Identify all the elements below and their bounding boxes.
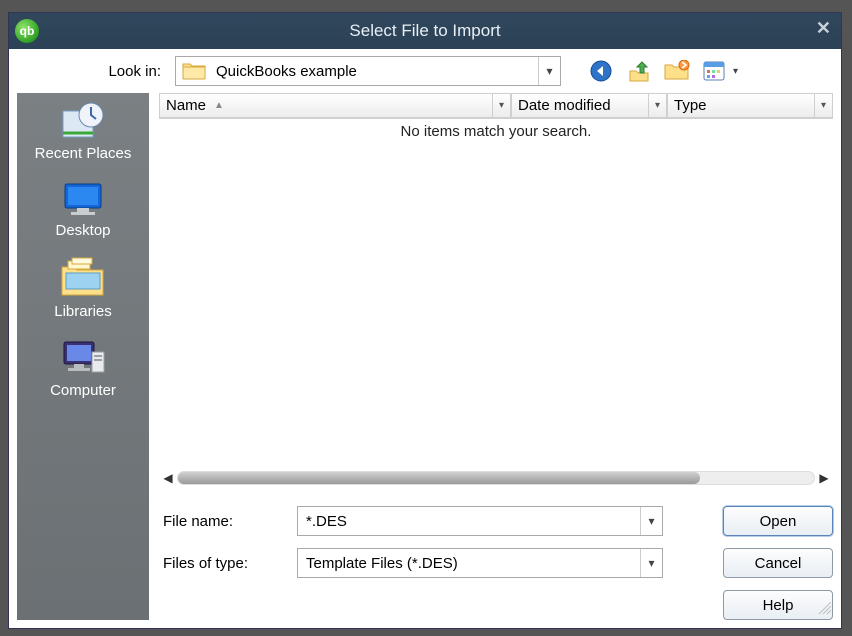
file-name-combo[interactable]: ▾ [297,506,663,536]
sort-ascending-icon: ▲ [214,100,224,111]
look-in-combo[interactable]: QuickBooks example ▾ [175,56,561,86]
scroll-left-button[interactable]: ◀ [159,469,177,487]
file-import-dialog: qb Select File to Import ✕ Look in: Quic… [8,12,842,629]
column-name-dropdown[interactable]: ▾ [492,94,510,117]
places-computer[interactable]: Computer [23,334,143,403]
dialog-title: Select File to Import [9,21,841,41]
scroll-right-button[interactable]: ▶ [815,469,833,487]
back-button[interactable] [587,57,615,85]
resize-grip-icon[interactable] [817,600,833,616]
places-libraries-label: Libraries [54,303,112,320]
scroll-thumb[interactable] [178,472,700,484]
column-headers: Name ▲ ▾ Date modified ▾ Type ▾ [159,93,833,119]
places-bar: Recent Places Desktop [17,93,149,620]
file-type-value: Template Files (*.DES) [298,555,640,572]
file-name-dropdown-arrow[interactable]: ▾ [640,507,662,535]
empty-listing-message: No items match your search. [159,123,833,140]
file-type-label: Files of type: [159,555,297,572]
column-date-modified[interactable]: Date modified ▾ [511,93,667,118]
cancel-button[interactable]: Cancel [723,548,833,578]
up-one-level-button[interactable] [625,57,653,85]
look-in-label: Look in: [77,63,167,80]
look-in-dropdown-arrow[interactable]: ▾ [538,57,560,85]
folder-icon [182,60,208,82]
scroll-track[interactable] [177,471,815,485]
places-libraries[interactable]: Libraries [23,253,143,324]
column-name[interactable]: Name ▲ ▾ [159,93,511,118]
file-type-dropdown-arrow[interactable]: ▾ [640,549,662,577]
close-button[interactable]: ✕ [816,18,831,39]
look-in-value: QuickBooks example [214,63,538,80]
file-listing[interactable]: No items match your search. [159,119,833,468]
places-recent[interactable]: Recent Places [23,97,143,166]
places-recent-label: Recent Places [35,145,132,162]
column-type-dropdown[interactable]: ▾ [814,94,832,117]
views-dropdown-arrow[interactable]: ▾ [733,66,743,77]
file-name-input[interactable] [298,513,640,530]
file-name-label: File name: [159,513,297,530]
places-desktop[interactable]: Desktop [23,176,143,243]
titlebar: qb Select File to Import ✕ [9,13,841,49]
file-type-combo[interactable]: Template Files (*.DES) ▾ [297,548,663,578]
places-computer-label: Computer [50,382,116,399]
horizontal-scrollbar[interactable]: ◀ ▶ [159,468,833,488]
places-desktop-label: Desktop [55,222,110,239]
column-type[interactable]: Type ▾ [667,93,833,118]
column-date-dropdown[interactable]: ▾ [648,94,666,117]
new-folder-button[interactable] [663,57,691,85]
open-button[interactable]: Open [723,506,833,536]
views-button[interactable] [701,57,729,85]
